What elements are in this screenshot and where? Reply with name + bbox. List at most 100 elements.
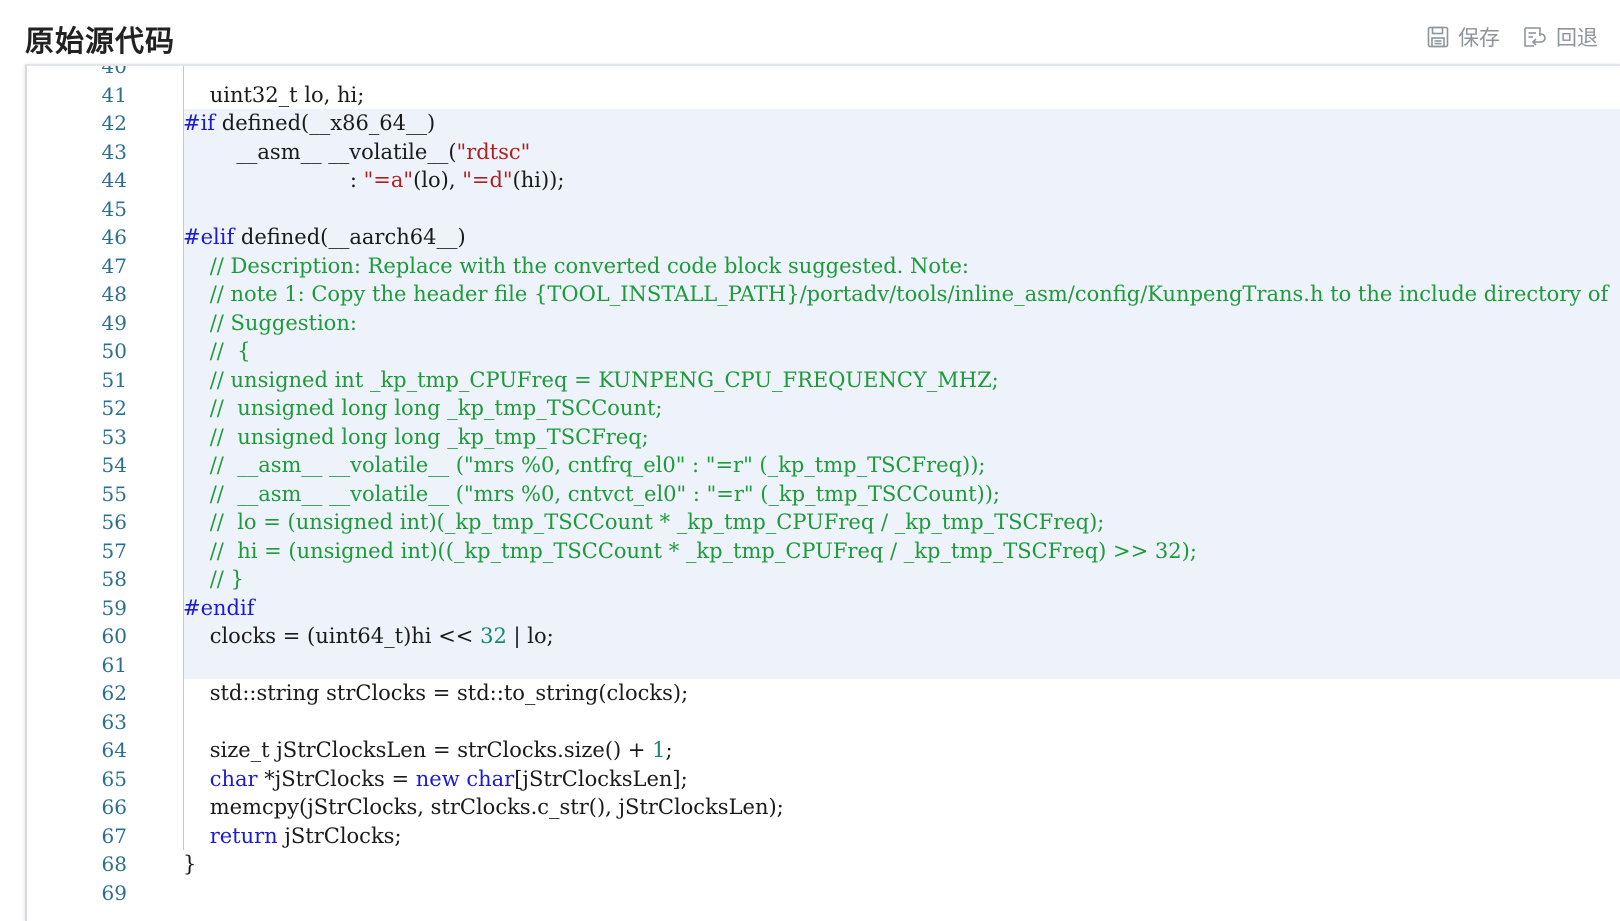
line-source: // } xyxy=(183,565,1620,594)
code-token: return xyxy=(209,823,278,848)
line-number: 69 xyxy=(101,880,127,905)
line-number: 41 xyxy=(101,82,127,107)
line-source: // unsigned long long _kp_tmp_TSCCount; xyxy=(183,394,1620,423)
line-source: // unsigned int _kp_tmp_CPUFreq = KUNPEN… xyxy=(183,365,1620,394)
code-token: // Suggestion: xyxy=(183,310,357,335)
code-editor[interactable]: 40 41 uint32_t lo, hi; 42 #if defined(__x86… xyxy=(25,64,1620,921)
line-number: 46 xyxy=(101,225,127,249)
line-number: 43 xyxy=(101,139,127,164)
code-token: : xyxy=(183,168,364,192)
line-number: 59 xyxy=(101,595,127,620)
line-number: 52 xyxy=(101,396,127,420)
line-number: 56 xyxy=(101,510,127,534)
rollback-label: 回退 xyxy=(1556,26,1598,50)
code-token: memcpy(jStrClocks, strClocks.c_str(), jS… xyxy=(183,795,784,819)
code-token: uint32_t lo, hi; xyxy=(183,82,365,107)
code-line: 48 // note 1: Copy the header file {TOOL… xyxy=(27,280,1620,309)
code-line: 65 char *jStrClocks = new char[jStrClock… xyxy=(27,765,1620,794)
code-token: defined(__aarch64__) xyxy=(234,225,466,249)
line-source: // Suggestion: xyxy=(183,308,1620,337)
line-number: 45 xyxy=(101,196,127,221)
code-token: "=d" xyxy=(462,168,513,192)
code-line: 56 // lo = (unsigned int)(_kp_tmp_TSCCou… xyxy=(27,508,1620,537)
line-number: 47 xyxy=(101,253,127,278)
line-number: 48 xyxy=(101,282,127,306)
code-token: 1 xyxy=(652,738,666,762)
line-number: 50 xyxy=(101,339,127,363)
code-line: 58 // } xyxy=(27,565,1620,594)
line-number: 60 xyxy=(101,624,127,648)
line-source: char *jStrClocks = new char[jStrClocksLe… xyxy=(183,765,1620,794)
code-line: 69 xyxy=(27,879,1620,908)
line-source: #endif xyxy=(183,593,1620,622)
line-source: #elif defined(__aarch64__) xyxy=(183,223,1620,252)
code-line: 54 // __asm__ __volatile__ ("mrs %0, cnt… xyxy=(27,451,1620,480)
code-line: 66 memcpy(jStrClocks, strClocks.c_str(),… xyxy=(27,793,1620,822)
code-token: ; xyxy=(665,738,673,762)
line-source: // note 1: Copy the header file {TOOL_IN… xyxy=(183,280,1620,309)
code-token: char xyxy=(466,766,515,791)
code-token: std::string strClocks = std::to_string(c… xyxy=(183,681,689,705)
page-header: 原始源代码 保存 回退 xyxy=(0,0,1620,64)
code-token: [jStrClocksLen]; xyxy=(514,766,688,791)
code-token: | lo; xyxy=(506,624,554,648)
code-token: clocks = (uint64_t)hi << xyxy=(183,624,481,648)
code-line: 61 xyxy=(27,650,1620,679)
code-line: 53 // unsigned long long _kp_tmp_TSCFreq… xyxy=(27,422,1620,451)
code-token: // hi = (unsigned int)((_kp_tmp_TSCCount… xyxy=(183,538,1197,563)
line-number: 65 xyxy=(101,766,127,791)
code-token: defined(__x86_64__) xyxy=(215,111,436,135)
code-line: 45 xyxy=(27,194,1620,223)
line-source: // unsigned long long _kp_tmp_TSCFreq; xyxy=(183,422,1620,451)
line-source: memcpy(jStrClocks, strClocks.c_str(), jS… xyxy=(183,793,1620,822)
code-token: // __asm__ __volatile__ ("mrs %0, cntfrq… xyxy=(183,453,986,477)
line-number: 53 xyxy=(101,424,127,449)
code-line: 57 // hi = (unsigned int)((_kp_tmp_TSCCo… xyxy=(27,536,1620,565)
code-token: (lo), xyxy=(413,168,463,192)
code-line: 59 #endif xyxy=(27,593,1620,622)
code-token: } xyxy=(183,852,197,876)
line-number: 58 xyxy=(101,567,127,591)
code-token: size_t jStrClocksLen = strClocks.size() … xyxy=(183,738,653,762)
line-source xyxy=(183,650,1620,679)
code-token: // note 1: Copy the header file {TOOL_IN… xyxy=(183,282,1609,306)
code-line: 46 #elif defined(__aarch64__) xyxy=(27,223,1620,252)
line-source: size_t jStrClocksLen = strClocks.size() … xyxy=(183,736,1620,765)
line-source: clocks = (uint64_t)hi << 32 | lo; xyxy=(183,622,1620,651)
code-line: 41 uint32_t lo, hi; xyxy=(27,81,1620,110)
line-source: : "=a"(lo), "=d"(hi)); xyxy=(183,166,1620,195)
code-token: // __asm__ __volatile__ ("mrs %0, cntvct… xyxy=(183,481,1001,506)
code-line: 60 clocks = (uint64_t)hi << 32 | lo; xyxy=(27,622,1620,651)
save-button[interactable]: 保存 xyxy=(1426,22,1500,52)
code-token: // unsigned long long _kp_tmp_TSCFreq; xyxy=(183,424,649,449)
rollback-icon xyxy=(1522,25,1548,49)
code-line: 40 xyxy=(27,66,1620,81)
code-line: 44 : "=a"(lo), "=d"(hi)); xyxy=(27,166,1620,195)
code-lines: 40 41 uint32_t lo, hi; 42 #if defined(__x86… xyxy=(27,66,1620,908)
line-source: __asm__ __volatile__("rdtsc" xyxy=(183,137,1620,166)
line-source: // __asm__ __volatile__ ("mrs %0, cntfrq… xyxy=(183,451,1620,480)
code-line: 63 xyxy=(27,708,1620,737)
line-number: 67 xyxy=(101,823,127,848)
code-token: "=a" xyxy=(363,168,414,192)
line-source xyxy=(183,879,1620,908)
code-token: 32 xyxy=(480,624,507,648)
line-number: 68 xyxy=(101,852,127,876)
code-token: new xyxy=(415,766,460,791)
code-line: 42 #if defined(__x86_64__) xyxy=(27,109,1620,138)
line-number: 66 xyxy=(101,795,127,819)
code-token: #elif xyxy=(183,225,235,249)
indent-guide xyxy=(183,66,184,850)
code-line: 50 // { xyxy=(27,337,1620,366)
code-line: 62 std::string strClocks = std::to_strin… xyxy=(27,679,1620,708)
code-token: "rdtsc" xyxy=(456,139,531,164)
line-number: 51 xyxy=(101,367,127,392)
code-line: 49 // Suggestion: xyxy=(27,308,1620,337)
code-token: *jStrClocks = xyxy=(257,766,416,791)
code-line: 47 // Description: Replace with the conv… xyxy=(27,251,1620,280)
line-source: return jStrClocks; xyxy=(183,822,1620,851)
rollback-button[interactable]: 回退 xyxy=(1522,22,1598,52)
line-number: 55 xyxy=(101,481,127,506)
code-line: 43 __asm__ __volatile__("rdtsc" xyxy=(27,137,1620,166)
